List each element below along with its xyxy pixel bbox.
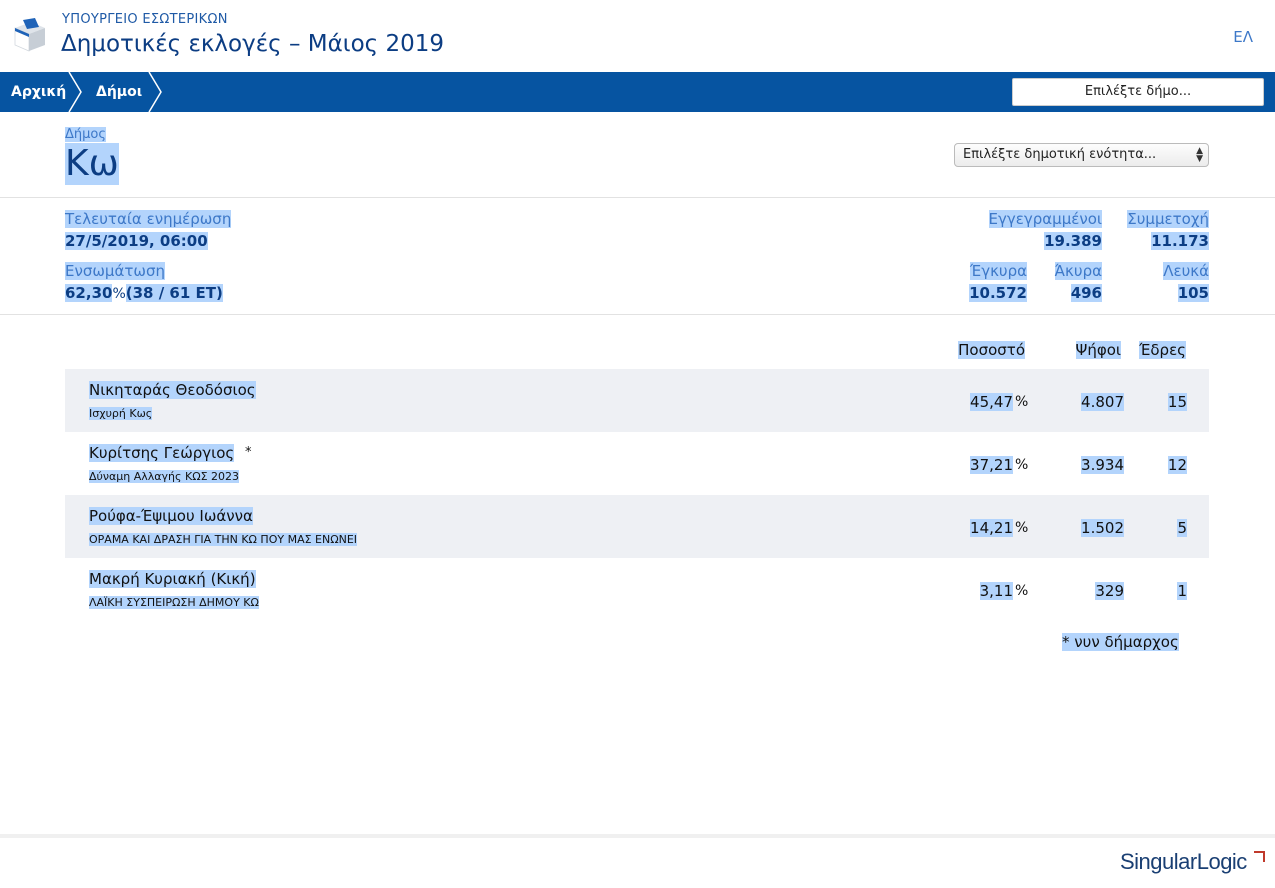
registered-value: 19.389 [1044, 232, 1102, 250]
candidate-name: Μακρή Κυριακή (Κική) [89, 570, 256, 588]
brand-accent-icon [1254, 851, 1265, 862]
select-arrows-icon: ▲ ▼ [1196, 146, 1203, 164]
table-row[interactable]: Μακρή Κυριακή (Κική) ΛΑΪΚΗ ΣΥΣΠΕΙΡΩΣΗ ΔΗ… [65, 558, 1209, 621]
integration-value: 62,30%(38 / 61 ΕΤ) [65, 284, 223, 302]
blank-label: Λευκά [1163, 262, 1209, 280]
page-title: Δημοτικές εκλογές – Μάιος 2019 [61, 31, 444, 57]
table-row[interactable]: Νικηταράς Θεοδόσιος Ισχυρή Κως 45,47 % 4… [65, 369, 1209, 432]
percent-header: Ποσοστό [958, 341, 1025, 359]
municipality-label: Δήμος [65, 127, 106, 142]
candidate-percent: 14,21 [970, 519, 1013, 537]
site-header: ΥΠΟΥΡΓΕΙΟ ΕΣΩΤΕΡΙΚΩΝ Δημοτικές εκλογές –… [0, 0, 1275, 72]
candidate-percent: 3,11 [979, 582, 1013, 600]
candidate-percent: 37,21 [970, 456, 1013, 474]
party-name: Ισχυρή Κως [89, 407, 153, 420]
turnout-value: 11.173 [1151, 232, 1209, 250]
seats-header: Έδρες [1139, 341, 1186, 359]
candidate-name: Ρούφα-Έψιμου Ιωάννα [89, 507, 253, 525]
table-row[interactable]: Ρούφα-Έψιμου Ιωάννα ΟΡΑΜΑ ΚΑΙ ΔΡΑΣΗ ΓΙΑ … [65, 495, 1209, 558]
ballot-box-icon[interactable] [13, 18, 47, 52]
invalid-label: Άκυρα [1054, 262, 1102, 280]
candidate-votes: 329 [1095, 582, 1124, 600]
ministry-name: ΥΠΟΥΡΓΕΙΟ ΕΣΩΤΕΡΙΚΩΝ [62, 12, 228, 27]
chevron-right-icon [68, 72, 82, 112]
integration-pct-sign: % [112, 286, 126, 302]
party-name: ΛΑΪΚΗ ΣΥΣΠΕΙΡΩΣΗ ΔΗΜΟΥ ΚΩ [89, 596, 259, 609]
candidate-votes: 4.807 [1081, 393, 1124, 411]
invalid-value: 496 [1070, 284, 1102, 302]
registered-label: Εγγεγραμμένοι [988, 210, 1102, 228]
incumbent-footnote: * νυν δήμαρχος [1062, 633, 1179, 651]
integration-detail: (38 / 61 ΕΤ) [125, 284, 223, 302]
candidate-percent: 45,47 [970, 393, 1013, 411]
percent-sign: % [1015, 583, 1029, 599]
last-update-label: Τελευταία ενημέρωση [65, 210, 232, 228]
breadcrumb-municipalities[interactable]: Δήμοι [96, 72, 142, 112]
municipality-name: Κω [65, 143, 119, 185]
breadcrumb-bar: Αρχική Δήμοι Επιλέξτε δήμο... [0, 72, 1275, 112]
percent-sign: % [1015, 457, 1029, 473]
votes-header: Ψήφοι [1075, 341, 1121, 359]
blank-value: 105 [1177, 284, 1209, 302]
valid-value: 10.572 [969, 284, 1027, 302]
breadcrumb-home[interactable]: Αρχική [11, 72, 66, 112]
integration-label: Ενσωμάτωση [65, 262, 165, 280]
municipality-search-button[interactable]: Επιλέξτε δήμο... [1012, 78, 1264, 106]
brand-logo[interactable]: SingularLogic [1120, 849, 1247, 875]
last-update-value: 27/5/2019, 06:00 [65, 232, 208, 250]
party-name: Δύναμη Αλλαγής ΚΩΣ 2023 [89, 470, 240, 483]
candidate-name: Νικηταράς Θεοδόσιος [89, 381, 256, 399]
unit-select-value: Επιλέξτε δημοτική ενότητα... [963, 147, 1157, 162]
candidate-votes: 1.502 [1081, 519, 1124, 537]
unit-select[interactable]: Επιλέξτε δημοτική ενότητα... ▲ ▼ [954, 143, 1209, 167]
integration-pct: 62,30 [65, 284, 113, 302]
candidate-seats: 15 [1167, 393, 1187, 411]
percent-sign: % [1015, 520, 1029, 536]
valid-label: Έγκυρα [970, 262, 1027, 280]
chevron-right-icon [148, 72, 162, 112]
candidate-seats: 5 [1177, 519, 1187, 537]
party-name: ΟΡΑΜΑ ΚΑΙ ΔΡΑΣΗ ΓΙΑ ΤΗΝ ΚΩ ΠΟΥ ΜΑΣ ΕΝΩΝΕ… [89, 533, 358, 546]
turnout-label: Συμμετοχή [1127, 210, 1209, 228]
candidate-name: Κυρίτσης Γεώργιος [89, 444, 235, 462]
language-switch[interactable]: ΕΛ [1233, 28, 1253, 46]
incumbent-marker: * [245, 445, 252, 460]
candidate-seats: 12 [1167, 456, 1187, 474]
footer-divider [0, 834, 1275, 838]
table-row[interactable]: Κυρίτσης Γεώργιος * Δύναμη Αλλαγής ΚΩΣ 2… [65, 432, 1209, 495]
candidate-votes: 3.934 [1081, 456, 1124, 474]
divider [0, 314, 1275, 315]
divider [0, 197, 1275, 198]
percent-sign: % [1015, 394, 1029, 410]
candidate-seats: 1 [1177, 582, 1187, 600]
